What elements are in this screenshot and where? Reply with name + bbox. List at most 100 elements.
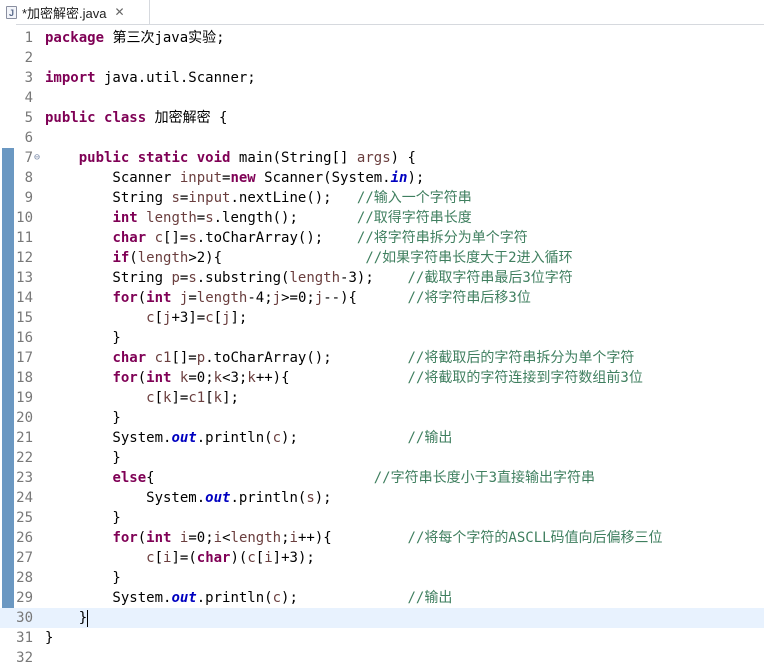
- code-token: {: [146, 470, 374, 486]
- code-token: int: [146, 530, 172, 546]
- code-line[interactable]: 30 }: [0, 608, 764, 628]
- code-editor[interactable]: 1 package 第三次java实验; 2 3 import java.util.Sc…: [0, 24, 764, 666]
- code-token: length: [230, 530, 282, 546]
- code-line[interactable]: 9 String s=input.nextLine(); //输入一个字符串: [0, 188, 764, 208]
- code-token: }: [45, 610, 88, 626]
- code-token: c: [272, 590, 282, 606]
- code-token: length: [289, 270, 341, 286]
- close-icon[interactable]: ✕: [115, 5, 125, 19]
- code-token: [: [255, 550, 265, 566]
- line-number: 27: [16, 550, 33, 566]
- code-line[interactable]: 28 }: [0, 568, 764, 588]
- code-text: String s=input.nextLine(); //输入一个字符串: [45, 188, 471, 208]
- code-line[interactable]: 17 char c1[]=p.toCharArray(); //将截取后的字符串…: [0, 348, 764, 368]
- code-token: k: [247, 370, 256, 386]
- code-line[interactable]: 29 System.out.println(c); //输出: [0, 588, 764, 608]
- code-line[interactable]: 31}: [0, 628, 764, 648]
- code-text: package 第三次java实验;: [45, 28, 225, 48]
- code-line[interactable]: 11 char c[]=s.toCharArray(); //将字符串拆分为单个…: [0, 228, 764, 248]
- code-text: import java.util.Scanner;: [45, 68, 256, 88]
- code-token: c: [247, 550, 256, 566]
- code-line[interactable]: 2: [0, 48, 764, 68]
- code-token: input: [179, 170, 223, 186]
- code-token: --){: [323, 290, 408, 306]
- code-line[interactable]: 23 else{ //字符串长度小于3直接输出字符串: [0, 468, 764, 488]
- code-line[interactable]: 15 c[j+3]=c[j];: [0, 308, 764, 328]
- code-token: }: [45, 570, 121, 586]
- code-line[interactable]: 13 String p=s.substring(length-3); //截取字…: [0, 268, 764, 288]
- code-token: }: [45, 450, 121, 466]
- code-token: +3]=: [171, 310, 206, 326]
- line-number: 11: [16, 230, 33, 246]
- line-number: 26: [16, 530, 33, 546]
- code-token: length: [146, 210, 197, 226]
- code-token: -4;: [247, 290, 273, 306]
- code-token: Scanner(System.: [255, 170, 391, 186]
- code-token: new: [230, 170, 256, 186]
- code-token: )(: [230, 550, 248, 566]
- code-line[interactable]: 4: [0, 88, 764, 108]
- code-token: ) {: [390, 150, 416, 166]
- code-line[interactable]: 22 }: [0, 448, 764, 468]
- code-text: }: [45, 408, 120, 428]
- code-line[interactable]: 6: [0, 128, 764, 148]
- code-line[interactable]: 24 System.out.println(s);: [0, 488, 764, 508]
- code-token: void: [196, 150, 231, 166]
- code-line[interactable]: 10 int length=s.length(); //取得字符串长度: [0, 208, 764, 228]
- code-line[interactable]: 26 for(int i=0;i<length;i++){ //将每个字符的AS…: [0, 528, 764, 548]
- code-line[interactable]: 25 }: [0, 508, 764, 528]
- code-line[interactable]: 3 import java.util.Scanner;: [0, 68, 764, 88]
- code-token: 加密解密 {: [146, 110, 228, 126]
- code-line[interactable]: 21 System.out.println(c); //输出: [0, 428, 764, 448]
- tab-encrypt-java[interactable]: J *加密解密.java ✕: [0, 0, 150, 24]
- code-text: System.out.println(c); //输出: [45, 428, 452, 448]
- fold-collapse-icon[interactable]: ⊖: [34, 148, 40, 168]
- code-token: System.: [45, 490, 206, 506]
- code-line[interactable]: 7 ⊖ public static void main(String[] args…: [0, 148, 764, 168]
- code-line[interactable]: 14 for(int j=length-4;j>=0;j--){ //将字符串后…: [0, 288, 764, 308]
- code-line[interactable]: 20 }: [0, 408, 764, 428]
- line-number: 3: [24, 70, 33, 86]
- code-token: c1: [154, 350, 172, 366]
- code-text: String p=s.substring(length-3); //截取字符串最…: [45, 268, 572, 288]
- code-token: 第三次java实验;: [104, 30, 225, 46]
- code-line[interactable]: 5 public class 加密解密 {: [0, 108, 764, 128]
- code-token: i: [289, 530, 298, 546]
- code-token: for: [112, 290, 138, 306]
- line-number: 32: [16, 650, 33, 666]
- code-comment: //将每个字符的ASCLL码值向后偏移三位: [407, 530, 663, 546]
- code-token: <: [222, 530, 231, 546]
- code-text: public class 加密解密 {: [45, 108, 227, 128]
- code-token: ++){: [255, 370, 408, 386]
- code-line[interactable]: 16 }: [0, 328, 764, 348]
- code-token: <3;: [222, 370, 248, 386]
- code-token: );: [314, 490, 332, 506]
- code-line[interactable]: 19 c[k]=c1[k];: [0, 388, 764, 408]
- line-number: 8: [24, 170, 33, 186]
- code-text: for(int k=0;k<3;k++){ //将截取的字符连接到字符数组前3位: [45, 368, 642, 388]
- code-token: -3);: [340, 270, 408, 286]
- code-line[interactable]: 27 c[i]=(char)(c[i]+3);: [0, 548, 764, 568]
- code-token: c: [205, 310, 214, 326]
- code-line[interactable]: 1 package 第三次java实验;: [0, 28, 764, 48]
- code-line[interactable]: 8 Scanner input=new Scanner(System.in);: [0, 168, 764, 188]
- code-text: }: [45, 448, 121, 468]
- code-line[interactable]: 32: [0, 648, 764, 668]
- code-token: System.: [45, 590, 172, 606]
- code-text: char c1[]=p.toCharArray(); //将截取后的字符串拆分为…: [45, 348, 634, 368]
- code-line[interactable]: 12 if(length>2){ //如果字符串长度大于2进入循环: [0, 248, 764, 268]
- line-number: 31: [16, 630, 33, 646]
- code-line[interactable]: 18 for(int k=0;k<3;k++){ //将截取的字符连接到字符数组…: [0, 368, 764, 388]
- code-token: );: [407, 170, 425, 186]
- code-text: }: [45, 628, 53, 648]
- code-text: System.out.println(c); //输出: [45, 588, 452, 608]
- code-token: for: [112, 370, 138, 386]
- code-token: out: [171, 590, 197, 606]
